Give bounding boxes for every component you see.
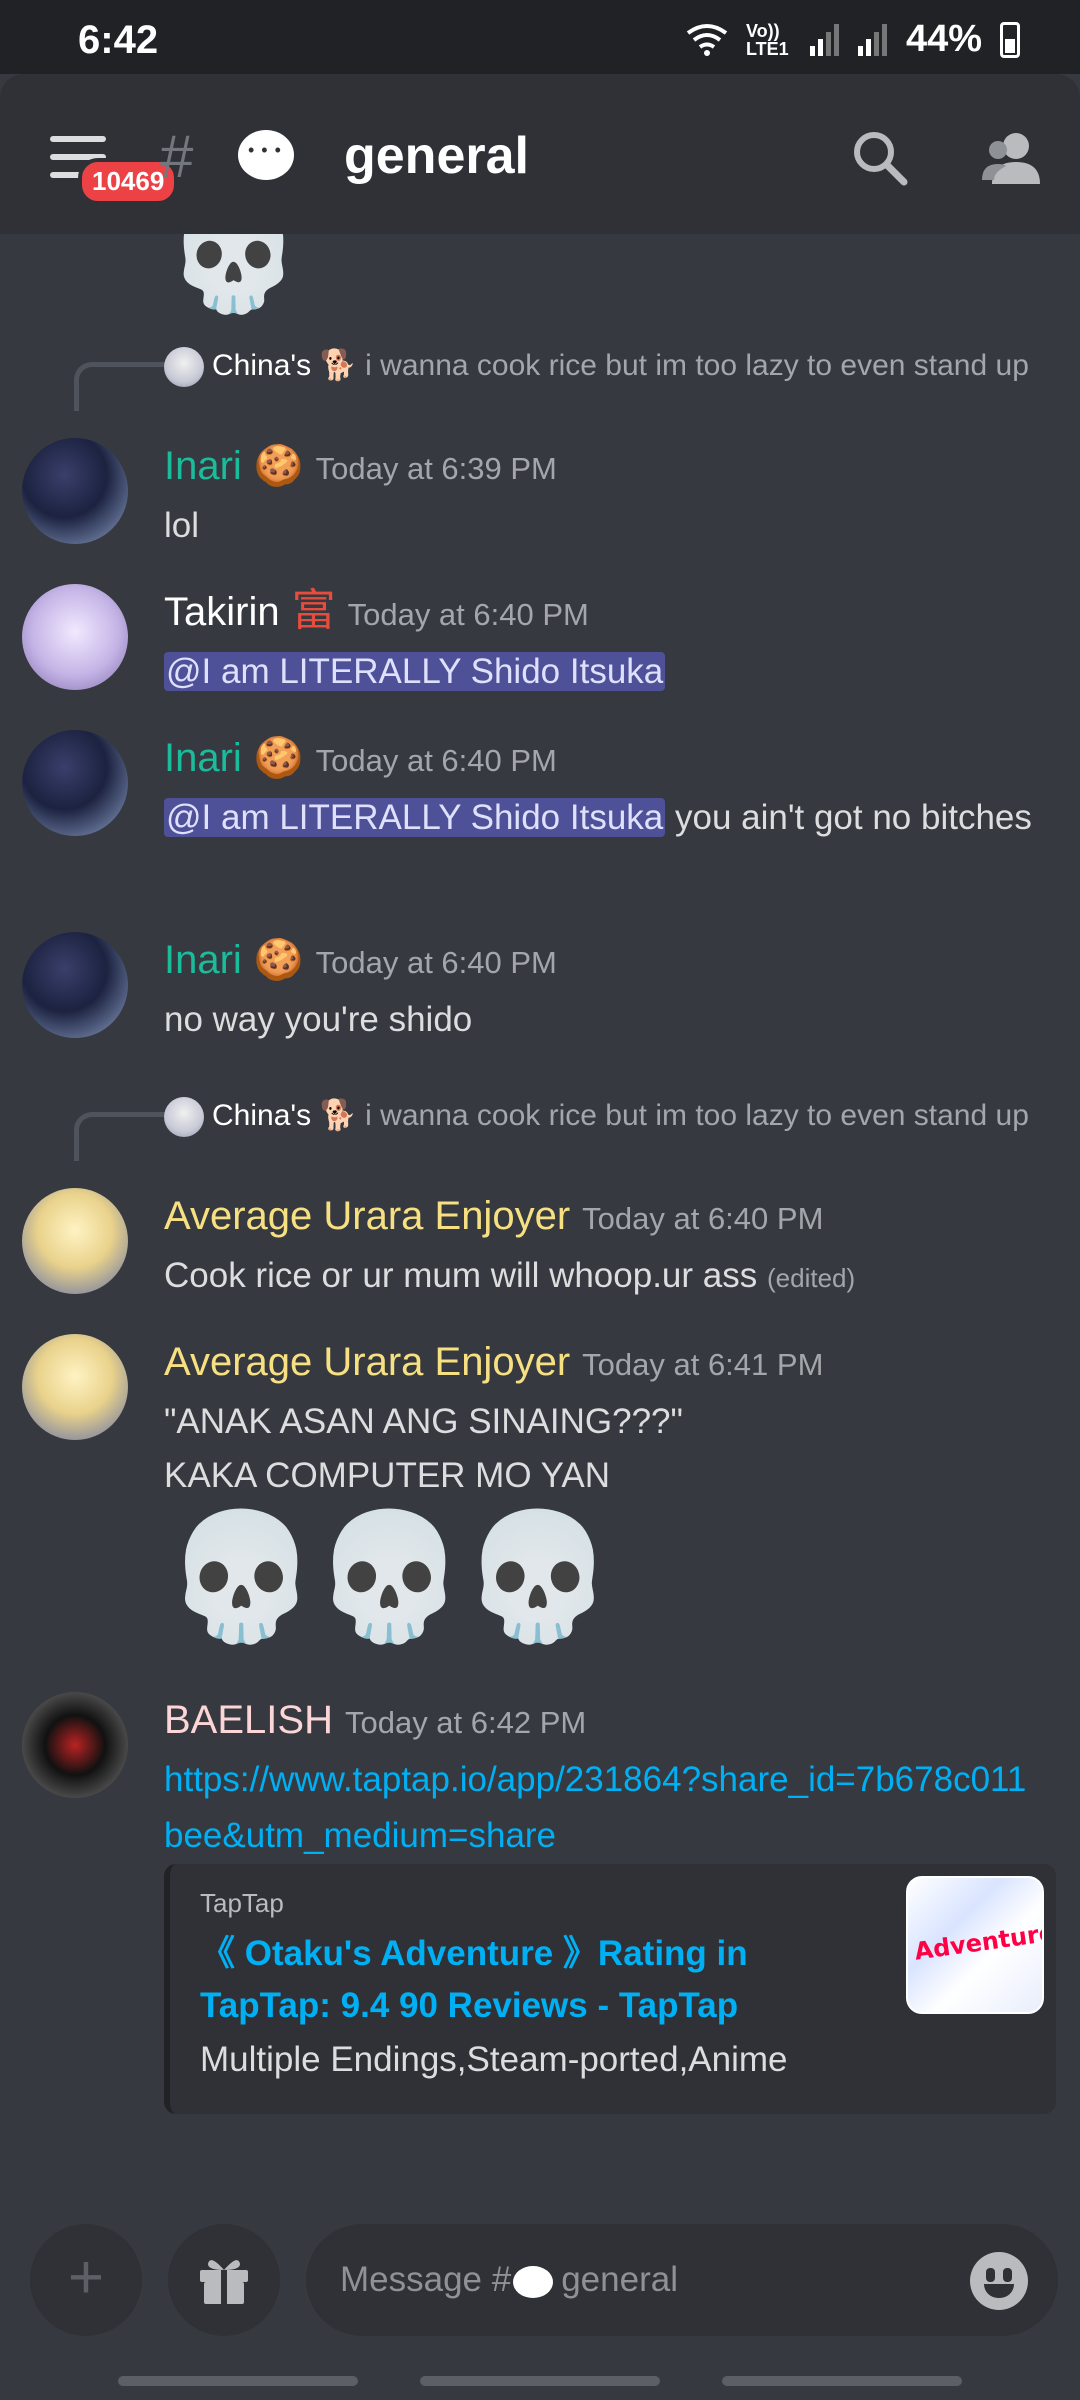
avatar[interactable]	[22, 1692, 128, 1798]
placeholder-channel: general	[561, 2260, 678, 2299]
message-text: Cook rice or ur mum will whoop.ur ass	[164, 1256, 758, 1295]
reply-connector	[74, 362, 169, 411]
status-icons: Vo)) LTE1 44%	[686, 18, 1020, 61]
message-text-line1: "ANAK ASAN ANG SINAING???"	[164, 1402, 683, 1441]
avatar[interactable]	[22, 932, 128, 1038]
message-text: no way you're shido	[164, 1000, 473, 1039]
avatar[interactable]	[22, 730, 128, 836]
message-author[interactable]: Inari	[164, 736, 242, 781]
message-author[interactable]: BAELISH	[164, 1698, 333, 1743]
message-author[interactable]: Inari	[164, 444, 242, 489]
avatar[interactable]	[22, 438, 128, 544]
placeholder-prefix: Message #	[340, 2260, 512, 2299]
reply-author: China's	[212, 1099, 312, 1132]
avatar[interactable]	[22, 584, 128, 690]
gift-icon	[200, 2260, 248, 2304]
embed-description: Multiple Endings,Steam-ported,Anime	[200, 2040, 788, 2079]
gift-button[interactable]	[168, 2224, 280, 2336]
signal-icon-2	[857, 23, 887, 56]
embed-provider: TapTap	[200, 1888, 284, 1918]
message-author[interactable]: Inari	[164, 938, 242, 983]
edited-label: (edited)	[766, 1263, 856, 1293]
wifi-icon	[686, 23, 728, 56]
reply-connector	[74, 1112, 169, 1161]
avatar	[164, 347, 204, 388]
reply-author: China's	[212, 349, 312, 382]
message-timestamp: Today at 6:40 PM	[347, 597, 589, 632]
embed-thumbnail[interactable]: Adventure	[906, 1876, 1044, 2014]
user-mention[interactable]: @I am LITERALLY Shido Itsuka	[164, 798, 666, 837]
reply-preview[interactable]: China's 🐕 i wanna cook rice but im too l…	[164, 1094, 1044, 1138]
battery-percent: 44%	[905, 18, 982, 60]
link-embed[interactable]: TapTap 《 Otaku's Adventure 》Rating in Ta…	[164, 1864, 1056, 2114]
message-text-line2: KAKA COMPUTER MO YAN	[164, 1456, 611, 1495]
embed-title[interactable]: 《 Otaku's Adventure 》Rating in TapTap: 9…	[200, 1928, 800, 2032]
dog-emoji: 🐕	[319, 1099, 357, 1132]
gesture-bar	[0, 2366, 1080, 2400]
message-input[interactable]: Message # general	[306, 2224, 1058, 2336]
members-icon[interactable]	[980, 128, 1044, 188]
avatar[interactable]	[22, 1334, 128, 1440]
message-text: lol	[164, 506, 200, 545]
skull-emoji-partial: 💀	[165, 234, 302, 316]
cookie-emoji: 🍪	[253, 938, 304, 982]
message-text: you ain't got no bitches	[665, 798, 1032, 837]
message-author[interactable]: Takirin	[164, 590, 280, 635]
hash-icon: #	[160, 123, 194, 190]
thumbnail-logo-text: Adventure	[912, 1918, 1044, 1966]
battery-icon	[1000, 21, 1020, 58]
avatar[interactable]	[22, 1188, 128, 1294]
kanji-emoji: 富	[291, 586, 336, 635]
nav-pill[interactable]	[722, 2376, 962, 2386]
add-attachment-button[interactable]: +	[30, 2224, 142, 2336]
user-mention[interactable]: @I am LITERALLY Shido Itsuka	[164, 652, 666, 691]
chat-bubble-icon	[238, 130, 294, 180]
message-author[interactable]: Average Urara Enjoyer	[164, 1340, 570, 1385]
nav-pill[interactable]	[118, 2376, 358, 2386]
status-time: 6:42	[78, 18, 159, 62]
message-link[interactable]: https://www.taptap.io/app/231864?share_i…	[164, 1752, 1044, 1864]
chat-bubble-icon	[513, 2265, 554, 2298]
reply-text: i wanna cook rice but im too lazy to eve…	[365, 349, 1029, 382]
avatar	[164, 1097, 204, 1138]
message-timestamp: Today at 6:40 PM	[315, 743, 557, 778]
emoji-picker-icon[interactable]	[970, 2252, 1028, 2310]
message-timestamp: Today at 6:40 PM	[315, 945, 557, 980]
message-timestamp: Today at 6:39 PM	[315, 451, 557, 486]
nav-pill[interactable]	[420, 2376, 660, 2386]
reply-text: i wanna cook rice but im too lazy to eve…	[365, 1099, 1029, 1132]
cookie-emoji: 🍪	[253, 444, 304, 488]
cookie-emoji: 🍪	[253, 736, 304, 780]
message-author[interactable]: Average Urara Enjoyer	[164, 1194, 570, 1239]
network-label: Vo)) LTE1	[745, 20, 789, 59]
plus-icon: +	[67, 2243, 105, 2312]
message-placeholder: Message # general	[340, 2260, 678, 2300]
skull-emojis: 💀💀💀	[164, 1508, 615, 1646]
search-icon[interactable]	[850, 128, 910, 188]
channel-title[interactable]: general	[344, 126, 529, 186]
message-timestamp: Today at 6:40 PM	[582, 1201, 824, 1236]
message-list[interactable]: 💀 China's 🐕 i wanna cook rice but im too…	[0, 234, 1080, 2214]
message-timestamp: Today at 6:41 PM	[582, 1347, 824, 1382]
dog-emoji: 🐕	[319, 349, 357, 382]
message-timestamp: Today at 6:42 PM	[344, 1705, 587, 1740]
status-bar: 6:42 Vo)) LTE1 44%	[0, 0, 1080, 74]
channel-header: 10469 # general	[0, 74, 1080, 234]
reply-preview[interactable]: China's 🐕 i wanna cook rice but im too l…	[164, 344, 1044, 388]
signal-icon	[809, 23, 839, 56]
